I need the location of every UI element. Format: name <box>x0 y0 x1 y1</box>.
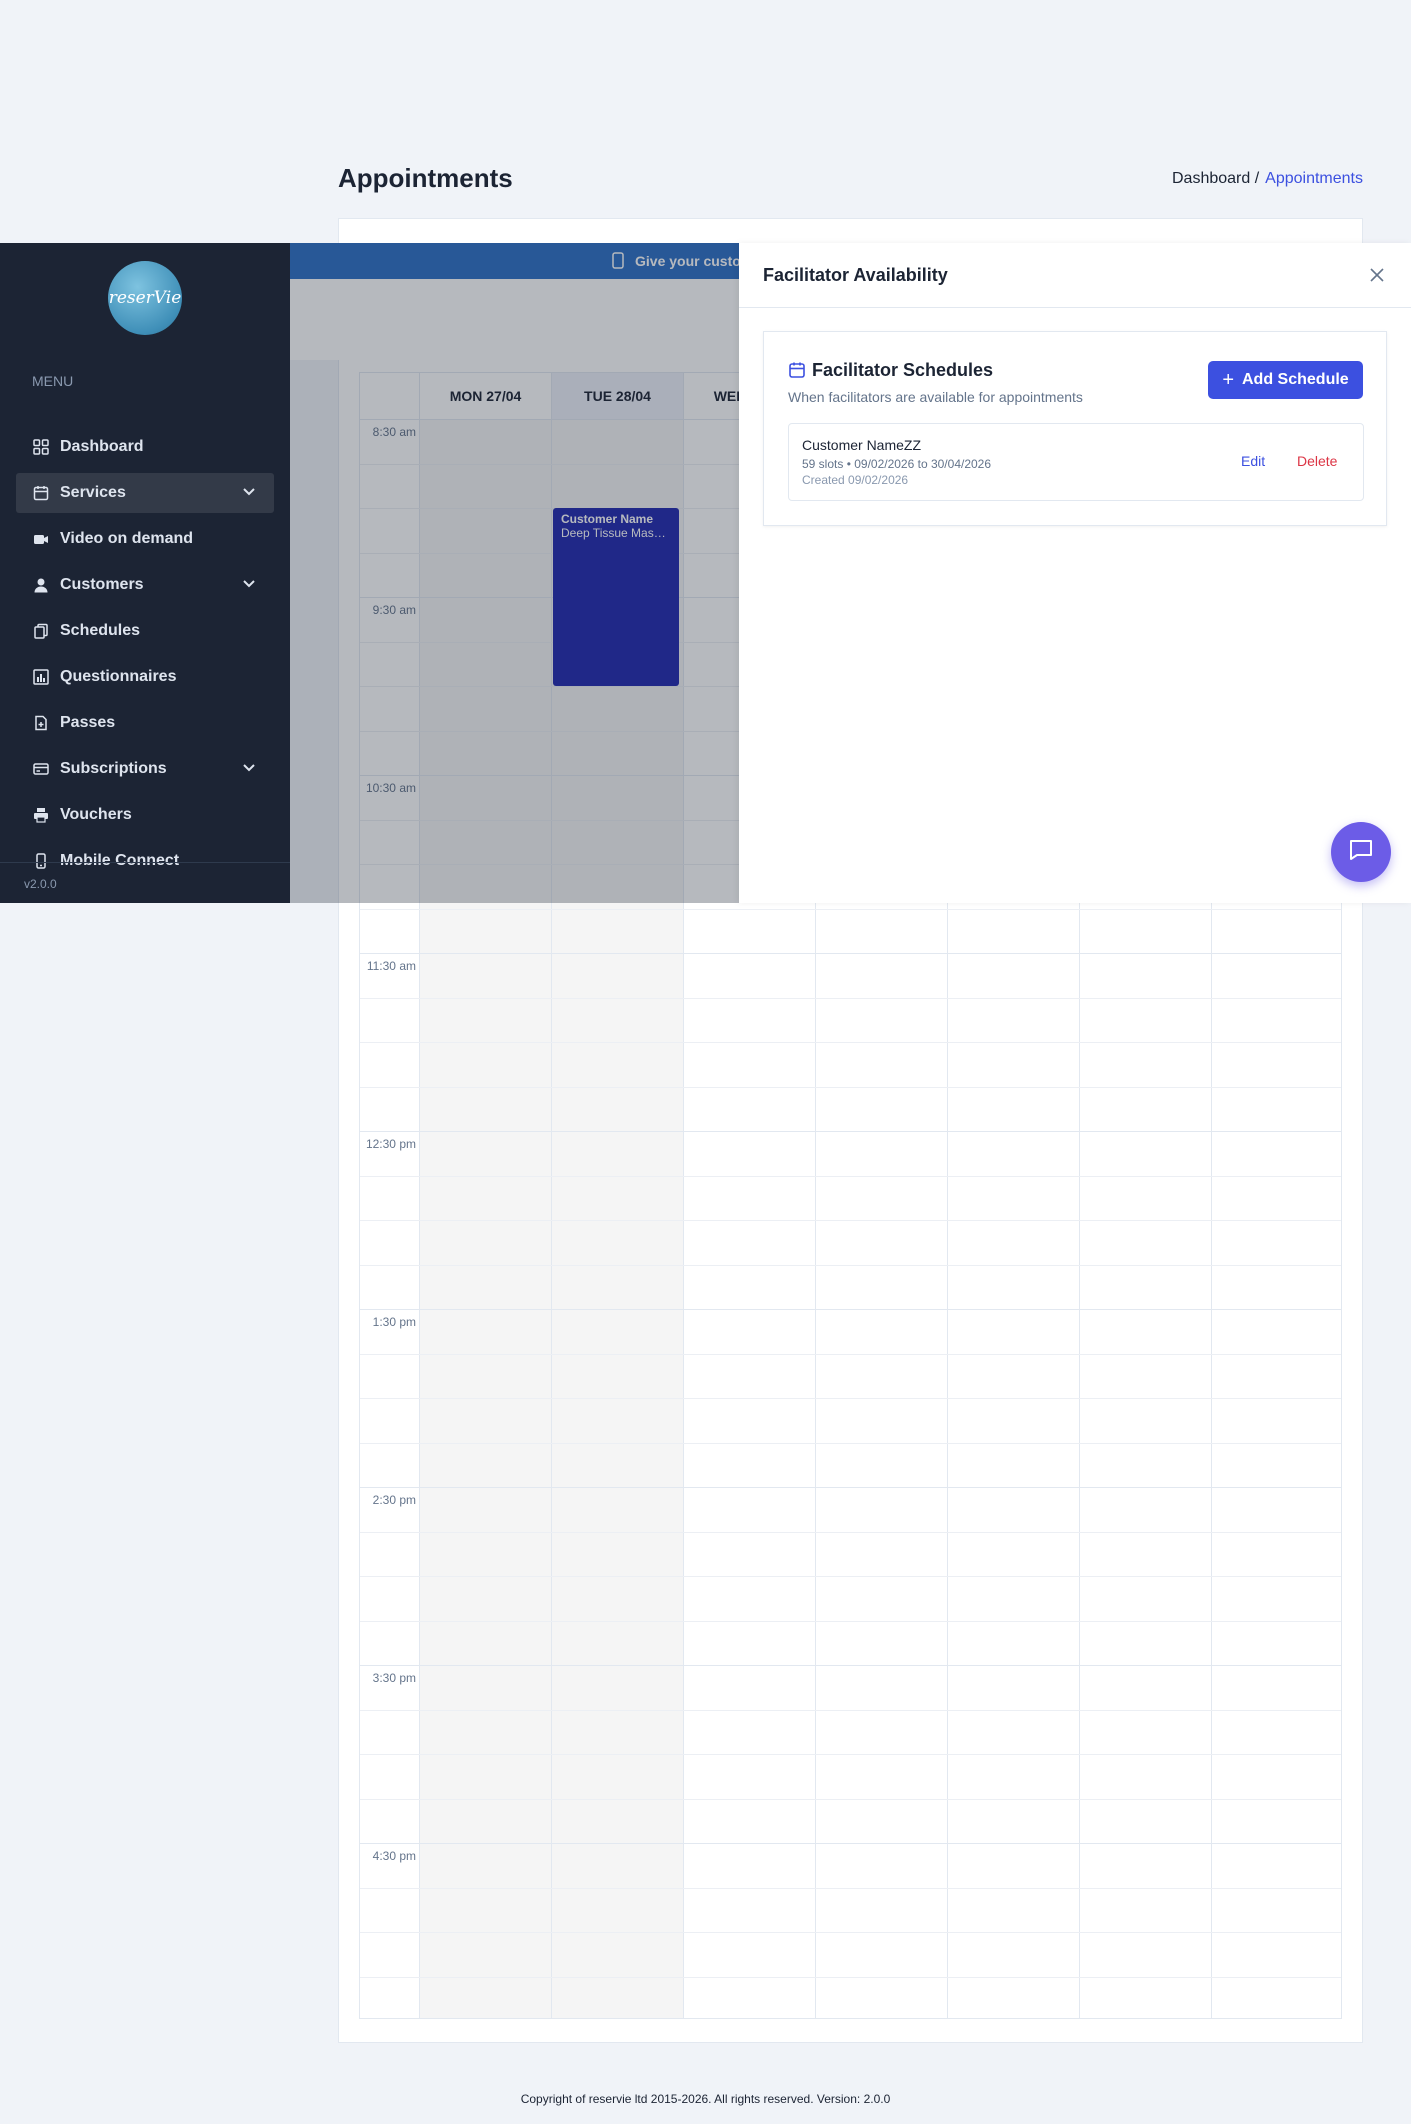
sidebar-item-questionnaires[interactable]: Questionnaires <box>16 657 274 697</box>
printer-icon <box>32 806 50 824</box>
sidebar-divider <box>0 862 290 863</box>
sidebar-item-passes[interactable]: Passes <box>16 703 274 743</box>
grid-line <box>360 1620 1341 1622</box>
grid-line <box>360 1665 1341 1666</box>
grid-line <box>360 1798 1341 1800</box>
grid-icon <box>32 438 50 456</box>
footer-copyright: Copyright of reservie ltd 2015-2026. All… <box>520 2092 891 2106</box>
sidebar-item-label: Video on demand <box>60 530 194 547</box>
breadcrumb-dashboard-link[interactable]: Dashboard / <box>1172 170 1259 187</box>
file-plus-icon <box>32 714 50 732</box>
copy-icon <box>32 622 50 640</box>
phone-icon <box>32 852 50 870</box>
breadcrumb-current: Appointments <box>1265 170 1363 187</box>
chevron-down-icon <box>242 761 256 780</box>
grid-line <box>360 1220 1341 1221</box>
time-label: 12:30 pm <box>365 1137 416 1151</box>
grid-line <box>360 1932 1341 1933</box>
grid-line <box>360 997 1341 999</box>
grid-line <box>360 1887 1341 1889</box>
sidebar-item-schedules[interactable]: Schedules <box>16 611 274 651</box>
sidebar-item-subscriptions[interactable]: Subscriptions <box>16 749 274 789</box>
user-icon <box>32 576 50 594</box>
facilitator-schedules-card: Facilitator Schedules When facilitators … <box>763 331 1387 526</box>
grid-line <box>360 1576 1341 1577</box>
sidebar: reserVie MENU Dashboard Services Video o… <box>0 243 290 903</box>
drawer-title: Facilitator Availability <box>763 265 948 285</box>
grid-line <box>360 1042 1341 1043</box>
sidebar-item-label: Subscriptions <box>60 760 167 777</box>
sidebar-item-label: Vouchers <box>60 806 132 823</box>
grid-line <box>360 1843 1341 1844</box>
plus-icon: + <box>1222 368 1234 391</box>
schedule-created: Created 09/02/2026 <box>802 473 909 487</box>
sidebar-item-dashboard[interactable]: Dashboard <box>16 427 274 467</box>
add-schedule-button[interactable]: + Add Schedule <box>1208 361 1363 399</box>
edit-schedule-button[interactable]: Edit <box>1241 453 1265 469</box>
credit-card-icon <box>32 760 50 778</box>
sidebar-item-label: Dashboard <box>60 438 144 455</box>
sidebar-item-customers[interactable]: Customers <box>16 565 274 605</box>
grid-line <box>360 1264 1341 1266</box>
bar-chart-icon <box>32 668 50 686</box>
sidebar-item-label: Services <box>60 484 126 501</box>
sidebar-item-vouchers[interactable]: Vouchers <box>16 795 274 835</box>
drawer-divider <box>739 307 1411 308</box>
calendar-icon <box>788 361 806 384</box>
page-title: Appointments <box>338 163 513 193</box>
sidebar-item-label: Schedules <box>60 622 141 639</box>
grid-line <box>360 1531 1341 1533</box>
grid-line <box>360 1086 1341 1088</box>
grid-line <box>360 1309 1341 1310</box>
grid-line <box>360 1754 1341 1755</box>
grid-line <box>360 953 1341 954</box>
grid-line <box>360 908 1341 910</box>
close-icon[interactable] <box>1367 265 1387 285</box>
chat-bubble-icon <box>1348 838 1374 867</box>
time-label: 4:30 pm <box>372 1849 416 1863</box>
sidebar-item-label: Questionnaires <box>60 668 177 685</box>
time-label: 2:30 pm <box>372 1493 416 1507</box>
sidebar-item-label: Mobile Connect <box>60 852 180 869</box>
grid-line <box>360 1976 1341 1978</box>
sidebar-item-label: Customers <box>60 576 144 593</box>
time-label: 3:30 pm <box>372 1671 416 1685</box>
grid-line <box>360 1175 1341 1177</box>
reservie-logo[interactable]: reserVie <box>108 261 182 335</box>
grid-line <box>360 1131 1341 1132</box>
grid-line <box>360 1442 1341 1444</box>
chevron-down-icon <box>242 485 256 504</box>
time-label: 1:30 pm <box>372 1315 416 1329</box>
sidebar-item-services[interactable]: Services <box>16 473 274 513</box>
add-schedule-label: Add Schedule <box>1242 371 1349 388</box>
calendar-icon <box>32 484 50 502</box>
version-label: v2.0.0 <box>24 877 57 891</box>
logo-text: reserVie <box>108 288 182 308</box>
grid-line <box>360 1487 1341 1488</box>
delete-schedule-button[interactable]: Delete <box>1297 453 1337 469</box>
section-subtitle: When facilitators are available for appo… <box>788 389 1083 405</box>
sidebar-item-video-on-demand[interactable]: Video on demand <box>16 519 274 559</box>
grid-line <box>360 1709 1341 1711</box>
section-title: Facilitator Schedules <box>812 360 994 380</box>
grid-line <box>360 1353 1341 1355</box>
video-icon <box>32 530 50 548</box>
schedule-name: Customer NameZZ <box>802 437 922 453</box>
breadcrumb: Dashboard / Appointments <box>1172 170 1363 188</box>
sidebar-item-mobile-connect[interactable]: Mobile Connect <box>16 841 274 881</box>
time-label: 11:30 am <box>366 959 416 973</box>
grid-line <box>360 1398 1341 1399</box>
sidebar-item-label: Passes <box>60 714 116 731</box>
facilitator-availability-drawer: Facilitator Availability Facilitator Sch… <box>739 243 1411 903</box>
schedule-meta: 59 slots • 09/02/2026 to 30/04/2026 <box>802 457 992 471</box>
schedule-list-item: Customer NameZZ 59 slots • 09/02/2026 to… <box>788 423 1364 501</box>
chat-button[interactable] <box>1331 822 1391 882</box>
menu-label: MENU <box>32 373 74 389</box>
chevron-down-icon <box>242 577 256 596</box>
